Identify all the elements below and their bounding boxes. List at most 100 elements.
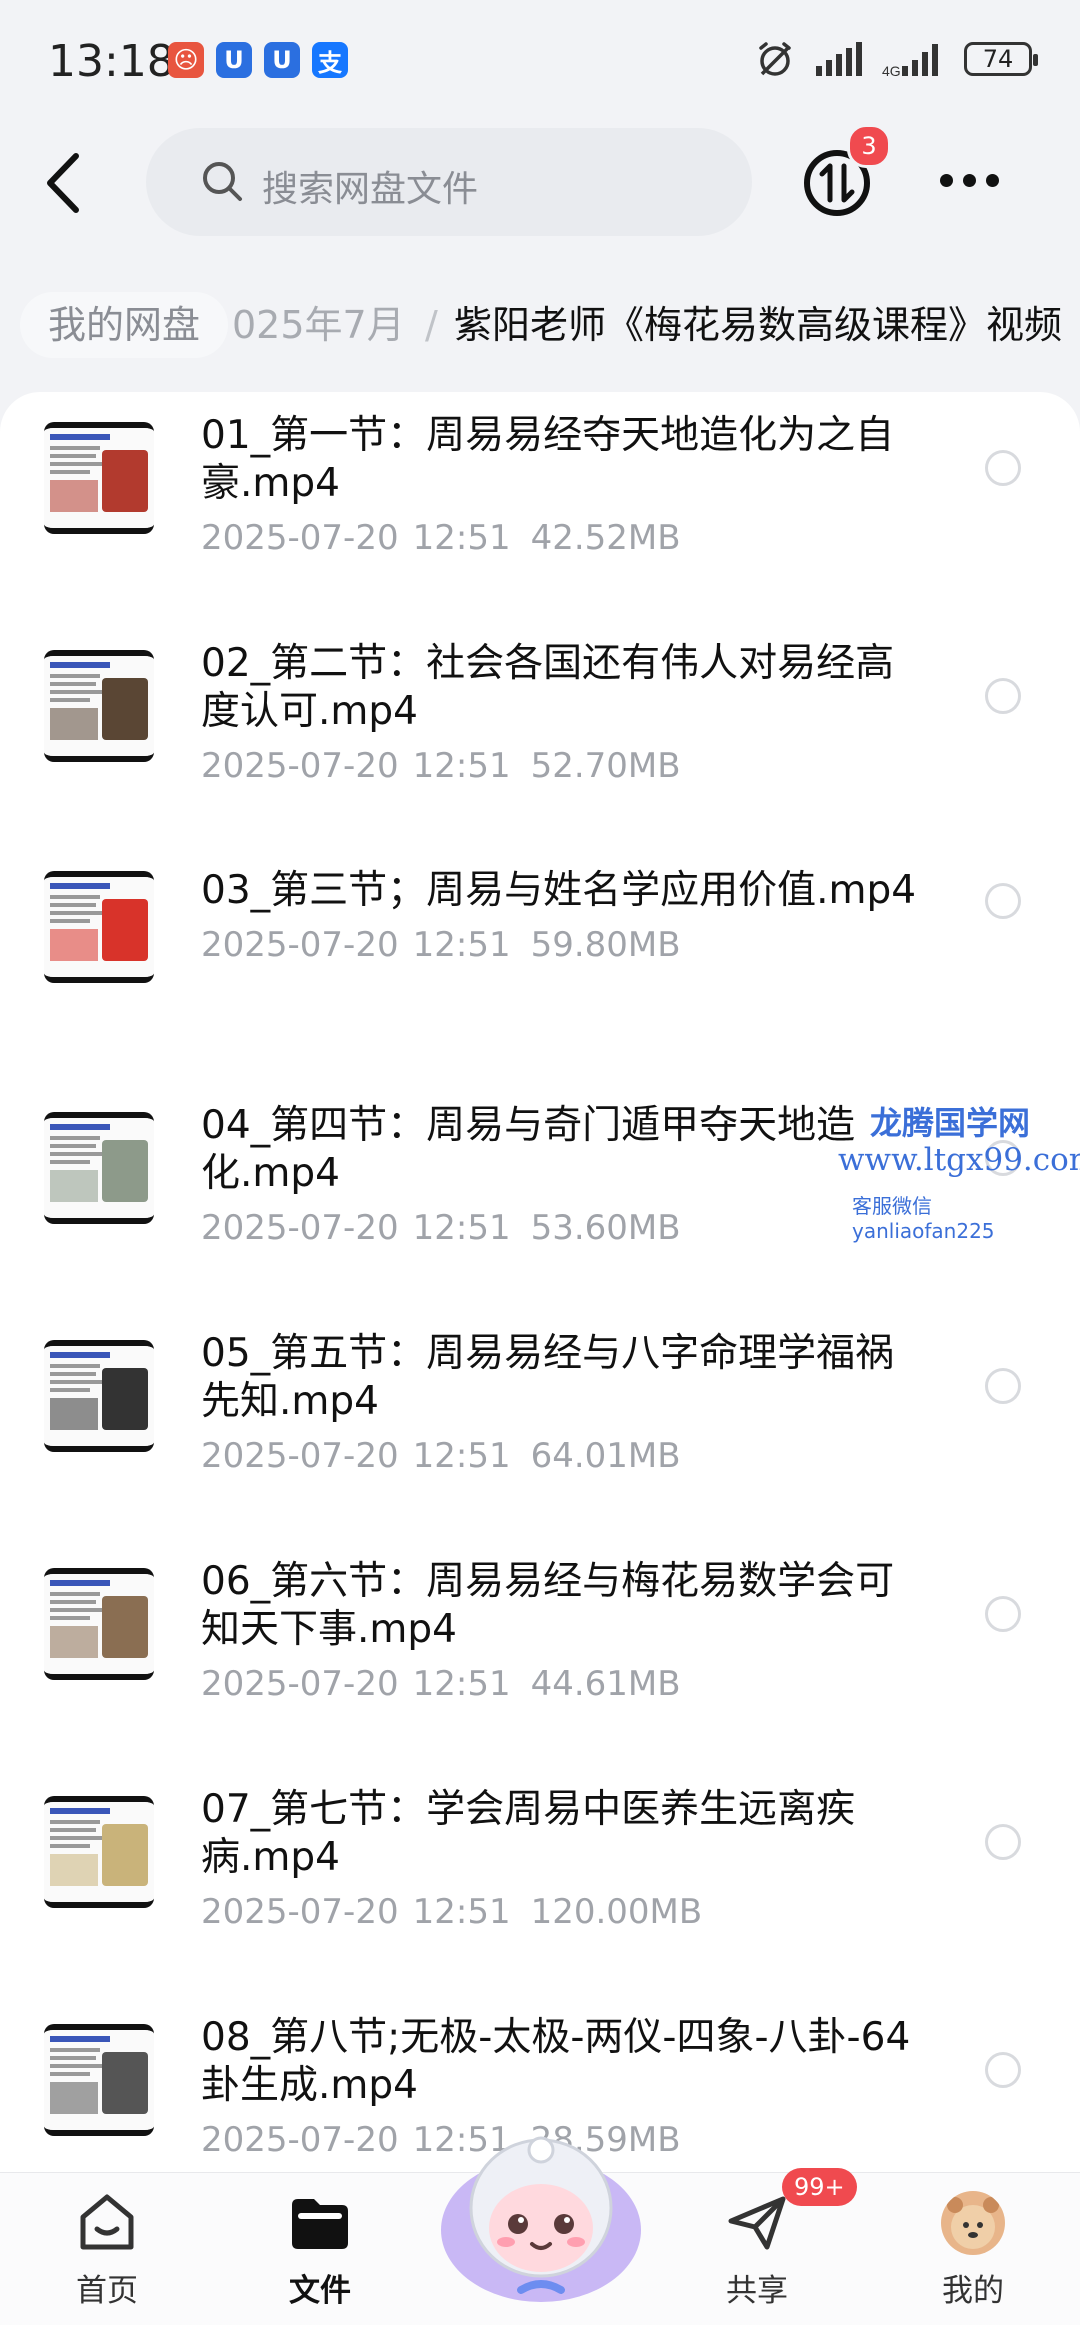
- file-list: 01_第一节：周易易经夺天地造化为之自豪.mp4 2025-07-20 12:51 4…: [0, 392, 1080, 2172]
- svg-text:4G: 4G: [882, 63, 901, 76]
- watermark-contact: 客服微信 yanliaofan225: [852, 1194, 995, 1243]
- notification-icons: ☹ U U 支: [168, 42, 348, 78]
- signal-2-icon: 4G: [882, 44, 938, 76]
- video-thumbnail: [44, 871, 154, 983]
- file-size: 42.52MB: [530, 518, 681, 558]
- file-size: 53.60MB: [530, 1208, 681, 1248]
- nav-mine[interactable]: 我的: [913, 2191, 1033, 2310]
- file-time: 12:51: [412, 1664, 511, 1704]
- file-time: 12:51: [412, 1208, 511, 1248]
- file-meta: 2025-07-20 12:51 120.00MB: [201, 1892, 702, 1932]
- more-icon[interactable]: [940, 160, 1004, 200]
- select-checkbox[interactable]: [985, 2052, 1021, 2088]
- notification-app-icon: U: [264, 42, 300, 78]
- video-thumbnail: [44, 2024, 154, 2136]
- notification-app-icon: ☹: [168, 42, 204, 78]
- file-time: 12:51: [412, 518, 511, 558]
- file-name: 04_第四节：周易与奇门遁甲夺天地造化.mp4: [201, 1103, 856, 1196]
- search-icon: [203, 162, 242, 201]
- file-time: 12:51: [412, 1892, 511, 1932]
- file-name: 05_第五节：周易易经与八字命理学福祸先知.mp4: [201, 1331, 895, 1424]
- nav-share-label: 共享: [726, 2273, 788, 2309]
- file-name: 06_第六节：周易易经与梅花易数学会可知天下事.mp4: [201, 1559, 895, 1652]
- file-meta: 2025-07-20 12:51 42.52MB: [201, 518, 681, 558]
- watermark-title: 龙腾国学网: [870, 1104, 1031, 1142]
- list-item[interactable]: 01_第一节：周易易经夺天地造化为之自豪.mp4 2025-07-20 12:51 4…: [0, 412, 1080, 622]
- watermark-url: www.ltgx99.com: [838, 1142, 1080, 1178]
- notification-app-icon: U: [216, 42, 252, 78]
- status-time: 13:18: [48, 36, 175, 87]
- file-meta: 2025-07-20 12:51 64.01MB: [201, 1436, 681, 1476]
- breadcrumb: 025年7月 我的网盘 / 紫阳老师《梅花易数高级课程》视频: [0, 280, 1080, 370]
- file-date: 2025-07-20: [201, 746, 399, 786]
- select-checkbox[interactable]: [985, 883, 1021, 919]
- nav-home[interactable]: 首页: [47, 2191, 167, 2310]
- breadcrumb-separator: /: [425, 303, 438, 347]
- home-icon: [80, 2194, 134, 2250]
- list-item[interactable]: 05_第五节：周易易经与八字命理学福祸先知.mp4 2025-07-20 12:51…: [0, 1330, 1080, 1540]
- notification-app-icon: 支: [312, 42, 348, 78]
- nav-files-label: 文件: [289, 2273, 351, 2309]
- file-size: 59.80MB: [530, 925, 681, 965]
- file-name: 08_第八节;无极-太极-两仪-四象-八卦-64卦生成.mp4: [201, 2015, 911, 2108]
- file-time: 12:51: [412, 746, 511, 786]
- signal-icon: [816, 42, 862, 76]
- avatar: [941, 2191, 1005, 2255]
- battery-indicator: 74: [964, 42, 1038, 76]
- file-meta: 2025-07-20 12:51 53.60MB: [201, 1208, 681, 1248]
- file-date: 2025-07-20: [201, 1892, 399, 1932]
- file-meta: 2025-07-20 12:51 59.80MB: [201, 925, 681, 965]
- list-item[interactable]: 06_第六节：周易易经与梅花易数学会可知天下事.mp4 2025-07-20 12:…: [0, 1558, 1080, 1768]
- list-item[interactable]: 02_第二节：社会各国还有伟人对易经高度认可.mp4 2025-07-20 12:5…: [0, 640, 1080, 850]
- file-meta: 2025-07-20 12:51 52.70MB: [201, 746, 681, 786]
- status-bar: 13:18 ☹ U U 支 4G 74: [0, 0, 1080, 120]
- select-checkbox[interactable]: [985, 678, 1021, 714]
- file-name: 03_第三节；周易与姓名学应用价值.mp4: [201, 868, 917, 913]
- nav-home-label: 首页: [76, 2273, 138, 2309]
- folder-icon: [292, 2199, 348, 2249]
- breadcrumb-current: 紫阳老师《梅花易数高级课程》视频: [454, 303, 1063, 347]
- file-time: 12:51: [412, 1436, 511, 1476]
- file-date: 2025-07-20: [201, 1208, 399, 1248]
- file-date: 2025-07-20: [201, 1436, 399, 1476]
- file-meta: 2025-07-20 12:51 44.61MB: [201, 1664, 681, 1704]
- nav-files[interactable]: 文件: [260, 2191, 380, 2310]
- file-date: 2025-07-20: [201, 1664, 399, 1704]
- video-thumbnail: [44, 1796, 154, 1908]
- nav-share[interactable]: 共享: [697, 2191, 817, 2310]
- file-date: 2025-07-20: [201, 925, 399, 965]
- select-checkbox[interactable]: [985, 1824, 1021, 1860]
- file-date: 2025-07-20: [201, 518, 399, 558]
- file-time: 12:51: [412, 925, 511, 965]
- select-checkbox[interactable]: [985, 1596, 1021, 1632]
- breadcrumb-parent[interactable]: 025年7月: [232, 292, 405, 358]
- breadcrumb-root[interactable]: 我的网盘: [20, 292, 229, 358]
- file-size: 44.61MB: [530, 1664, 681, 1704]
- assistant-mascot-icon[interactable]: [436, 2110, 646, 2310]
- select-checkbox[interactable]: [985, 1368, 1021, 1404]
- share-badge: 99+: [782, 2168, 857, 2206]
- file-size: 64.01MB: [530, 1436, 681, 1476]
- nav-mine-label: 我的: [942, 2273, 1004, 2309]
- video-thumbnail: [44, 650, 154, 762]
- file-name: 07_第七节：学会周易中医养生远离疾病.mp4: [201, 1787, 856, 1880]
- search-bar[interactable]: 搜索网盘文件: [146, 128, 752, 236]
- send-icon: [728, 2196, 786, 2250]
- alarm-off-icon: [759, 42, 791, 76]
- video-thumbnail: [44, 1112, 154, 1224]
- list-item[interactable]: 03_第三节；周易与姓名学应用价值.mp4 2025-07-20 12:51 59.8…: [0, 867, 1080, 1077]
- file-date: 2025-07-20: [201, 2120, 399, 2160]
- video-thumbnail: [44, 1568, 154, 1680]
- list-item[interactable]: 07_第七节：学会周易中医养生远离疾病.mp4 2025-07-20 12:51 12…: [0, 1786, 1080, 1996]
- file-name: 01_第一节：周易易经夺天地造化为之自豪.mp4: [201, 413, 895, 506]
- system-indicators: 4G 74: [756, 40, 1038, 78]
- video-thumbnail: [44, 1340, 154, 1452]
- search-placeholder: 搜索网盘文件: [262, 169, 479, 210]
- select-checkbox[interactable]: [985, 450, 1021, 486]
- file-size: 120.00MB: [530, 1892, 703, 1932]
- file-size: 52.70MB: [530, 746, 681, 786]
- transfer-badge: 3: [847, 124, 891, 168]
- back-arrow-icon[interactable]: [38, 150, 88, 216]
- file-name: 02_第二节：社会各国还有伟人对易经高度认可.mp4: [201, 641, 895, 734]
- video-thumbnail: [44, 422, 154, 534]
